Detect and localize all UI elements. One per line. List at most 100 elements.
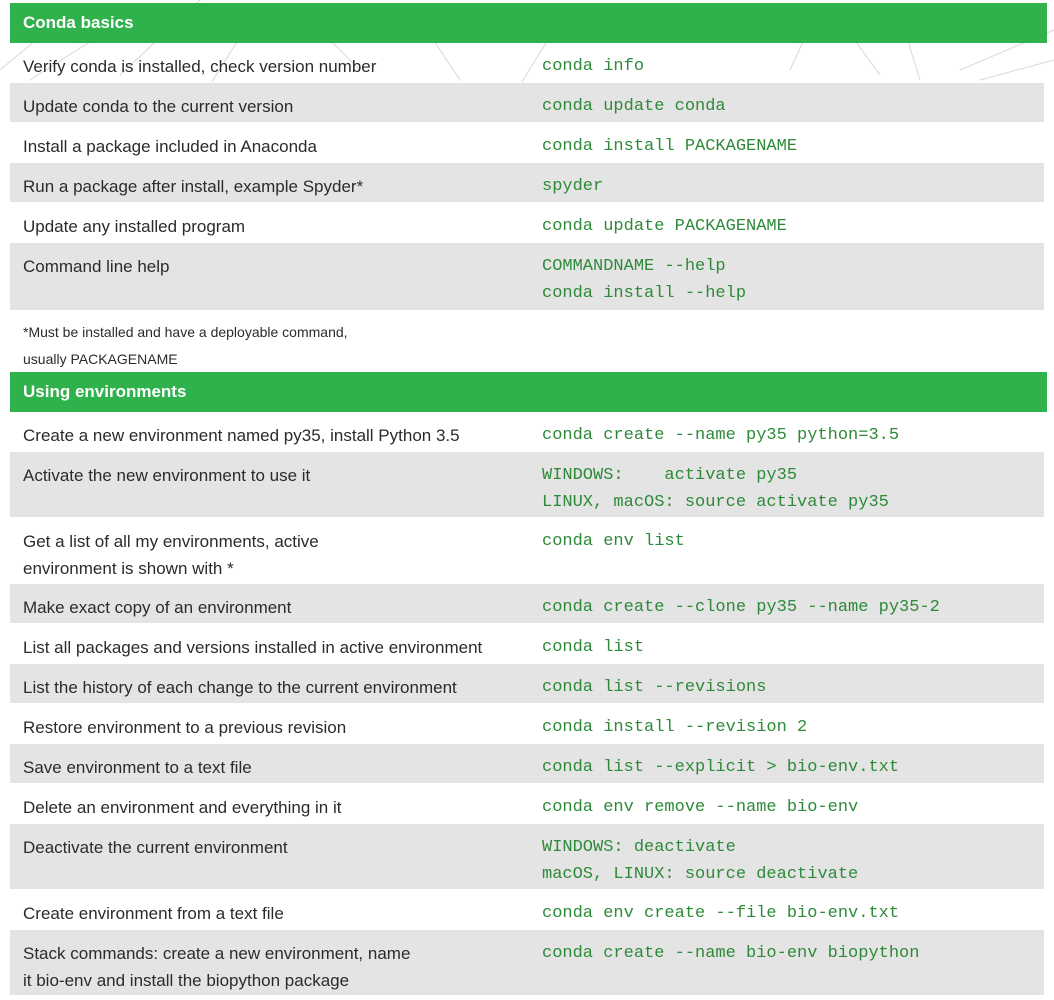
table-row: Delete an environment and everything in …: [10, 784, 1044, 824]
row-command: conda create --clone py35 --name py35-2: [530, 584, 1044, 623]
row-command: conda install --revision 2: [530, 704, 1044, 743]
description-line: Activate the new environment to use it: [23, 466, 311, 485]
command-line: COMMANDNAME --help: [542, 257, 726, 276]
description-line: Create a new environment named py35, ins…: [23, 426, 460, 445]
row-command: conda create --name py35 python=3.5: [530, 412, 1044, 451]
table-row: Update any installed program conda update…: [10, 203, 1044, 243]
command-line: macOS, LINUX: source deactivate: [542, 865, 859, 884]
row-command: conda update conda: [530, 83, 1044, 122]
table-row: Run a package after install, example Spy…: [10, 163, 1044, 203]
row-description: Deactivate the current environment: [10, 824, 530, 889]
command-line: conda info: [542, 57, 645, 76]
description-line: Delete an environment and everything in …: [23, 798, 342, 817]
row-command: conda info: [530, 43, 1044, 82]
command-line: conda install PACKAGENAME: [542, 137, 798, 156]
row-command: conda env create --file bio-env.txt: [530, 890, 1044, 929]
section-rows-using-environments: Create a new environment named py35, ins…: [10, 412, 1046, 996]
description-line: Update any installed program: [23, 217, 246, 236]
table-row: Verify conda is installed, check version…: [10, 43, 1044, 83]
row-description: Activate the new environment to use it: [10, 452, 530, 517]
description-line: environment is shown with *: [23, 559, 234, 578]
row-description: Delete an environment and everything in …: [10, 784, 530, 823]
command-line: LINUX, macOS: source activate py35: [542, 493, 889, 512]
row-command: conda update PACKAGENAME: [530, 203, 1044, 242]
row-description: List the history of each change to the c…: [10, 664, 530, 703]
table-row: Update conda to the current version conda…: [10, 83, 1044, 123]
description-line: Restore environment to a previous revisi…: [23, 718, 347, 737]
table-row: List all packages and versions installed…: [10, 624, 1044, 664]
row-description: Update any installed program: [10, 203, 530, 242]
description-line: List all packages and versions installed…: [23, 638, 483, 657]
description-line: it bio-env and install the biopython pac…: [23, 971, 350, 990]
row-command: conda list --explicit > bio-env.txt: [530, 744, 1044, 783]
table-row: Create a new environment named py35, ins…: [10, 412, 1044, 452]
command-line: conda create --name bio-env biopython: [542, 944, 920, 963]
description-line: Make exact copy of an environment: [23, 598, 292, 617]
row-description: Command line help: [10, 243, 530, 310]
table-row: Create environment from a text file conda…: [10, 890, 1044, 930]
command-line: conda create --clone py35 --name py35-2: [542, 598, 940, 617]
description-line: List the history of each change to the c…: [23, 678, 457, 697]
footnote-line: usually PACKAGENAME: [23, 351, 178, 367]
row-description: List all packages and versions installed…: [10, 624, 530, 663]
row-description: Install a package included in Anaconda: [10, 123, 530, 162]
command-line: conda list: [542, 638, 645, 657]
row-command: conda env remove --name bio-env: [530, 784, 1044, 823]
command-line: conda install --help: [542, 284, 747, 303]
description-line: Verify conda is installed, check version…: [23, 57, 377, 76]
row-description: Update conda to the current version: [10, 83, 530, 122]
row-command: conda create --name bio-env biopython: [530, 930, 1044, 995]
row-command: conda list --revisions: [530, 664, 1044, 703]
description-line: Stack commands: create a new environment…: [23, 944, 411, 963]
row-command: WINDOWS: activate py35 LINUX, macOS: sour…: [530, 452, 1044, 517]
command-line: conda env create --file bio-env.txt: [542, 904, 900, 923]
sheet-content: Conda basics Verify conda is installed, …: [0, 3, 1047, 996]
table-row: Deactivate the current environment WINDOW…: [10, 824, 1044, 890]
row-command: spyder: [530, 163, 1044, 202]
row-description: Make exact copy of an environment: [10, 584, 530, 623]
table-row: Restore environment to a previous revisi…: [10, 704, 1044, 744]
table-row: Get a list of all my environments, activ…: [10, 518, 1044, 584]
row-command: WINDOWS: deactivate macOS, LINUX: source …: [530, 824, 1044, 889]
command-line: conda list --explicit > bio-env.txt: [542, 758, 900, 777]
command-line: conda create --name py35 python=3.5: [542, 426, 900, 445]
footnote-line: *Must be installed and have a deployable…: [23, 324, 348, 340]
description-line: Create environment from a text file: [23, 904, 284, 923]
table-row: List the history of each change to the c…: [10, 664, 1044, 704]
description-line: Run a package after install, example Spy…: [23, 177, 364, 196]
row-description: Save environment to a text file: [10, 744, 530, 783]
command-line: conda install --revision 2: [542, 718, 808, 737]
table-row: Make exact copy of an environment conda c…: [10, 584, 1044, 624]
command-line: conda list --revisions: [542, 678, 767, 697]
command-line: conda env remove --name bio-env: [542, 798, 859, 817]
row-description: Restore environment to a previous revisi…: [10, 704, 530, 743]
command-line: WINDOWS: deactivate: [542, 838, 736, 857]
description-line: Update conda to the current version: [23, 97, 294, 116]
command-line: conda env list: [542, 532, 685, 551]
description-line: Get a list of all my environments, activ…: [23, 532, 319, 551]
description-line: Command line help: [23, 257, 170, 276]
section-header-conda-basics: Conda basics: [10, 3, 1047, 43]
table-row: Stack commands: create a new environment…: [10, 930, 1044, 996]
row-description: Create a new environment named py35, ins…: [10, 412, 530, 451]
description-line: Install a package included in Anaconda: [23, 137, 317, 156]
description-line: Save environment to a text file: [23, 758, 252, 777]
command-line: conda update PACKAGENAME: [542, 217, 787, 236]
row-description: Stack commands: create a new environment…: [10, 930, 530, 995]
command-line: spyder: [542, 177, 604, 196]
row-command: conda env list: [530, 518, 1044, 583]
row-description: Create environment from a text file: [10, 890, 530, 929]
table-row: Install a package included in Anaconda co…: [10, 123, 1044, 163]
command-line: WINDOWS: activate py35: [542, 466, 798, 485]
footnote: *Must be installed and have a deployable…: [10, 311, 1046, 369]
row-description: Get a list of all my environments, activ…: [10, 518, 530, 583]
row-description: Verify conda is installed, check version…: [10, 43, 530, 82]
row-description: Run a package after install, example Spy…: [10, 163, 530, 202]
cheat-sheet-page: Conda basics Verify conda is installed, …: [0, 0, 1054, 1000]
description-line: Deactivate the current environment: [23, 838, 288, 857]
section-header-using-environments: Using environments: [10, 372, 1047, 412]
command-line: conda update conda: [542, 97, 726, 116]
row-command: conda list: [530, 624, 1044, 663]
table-row: Save environment to a text file conda lis…: [10, 744, 1044, 784]
row-command: COMMANDNAME --help conda install --help: [530, 243, 1044, 310]
